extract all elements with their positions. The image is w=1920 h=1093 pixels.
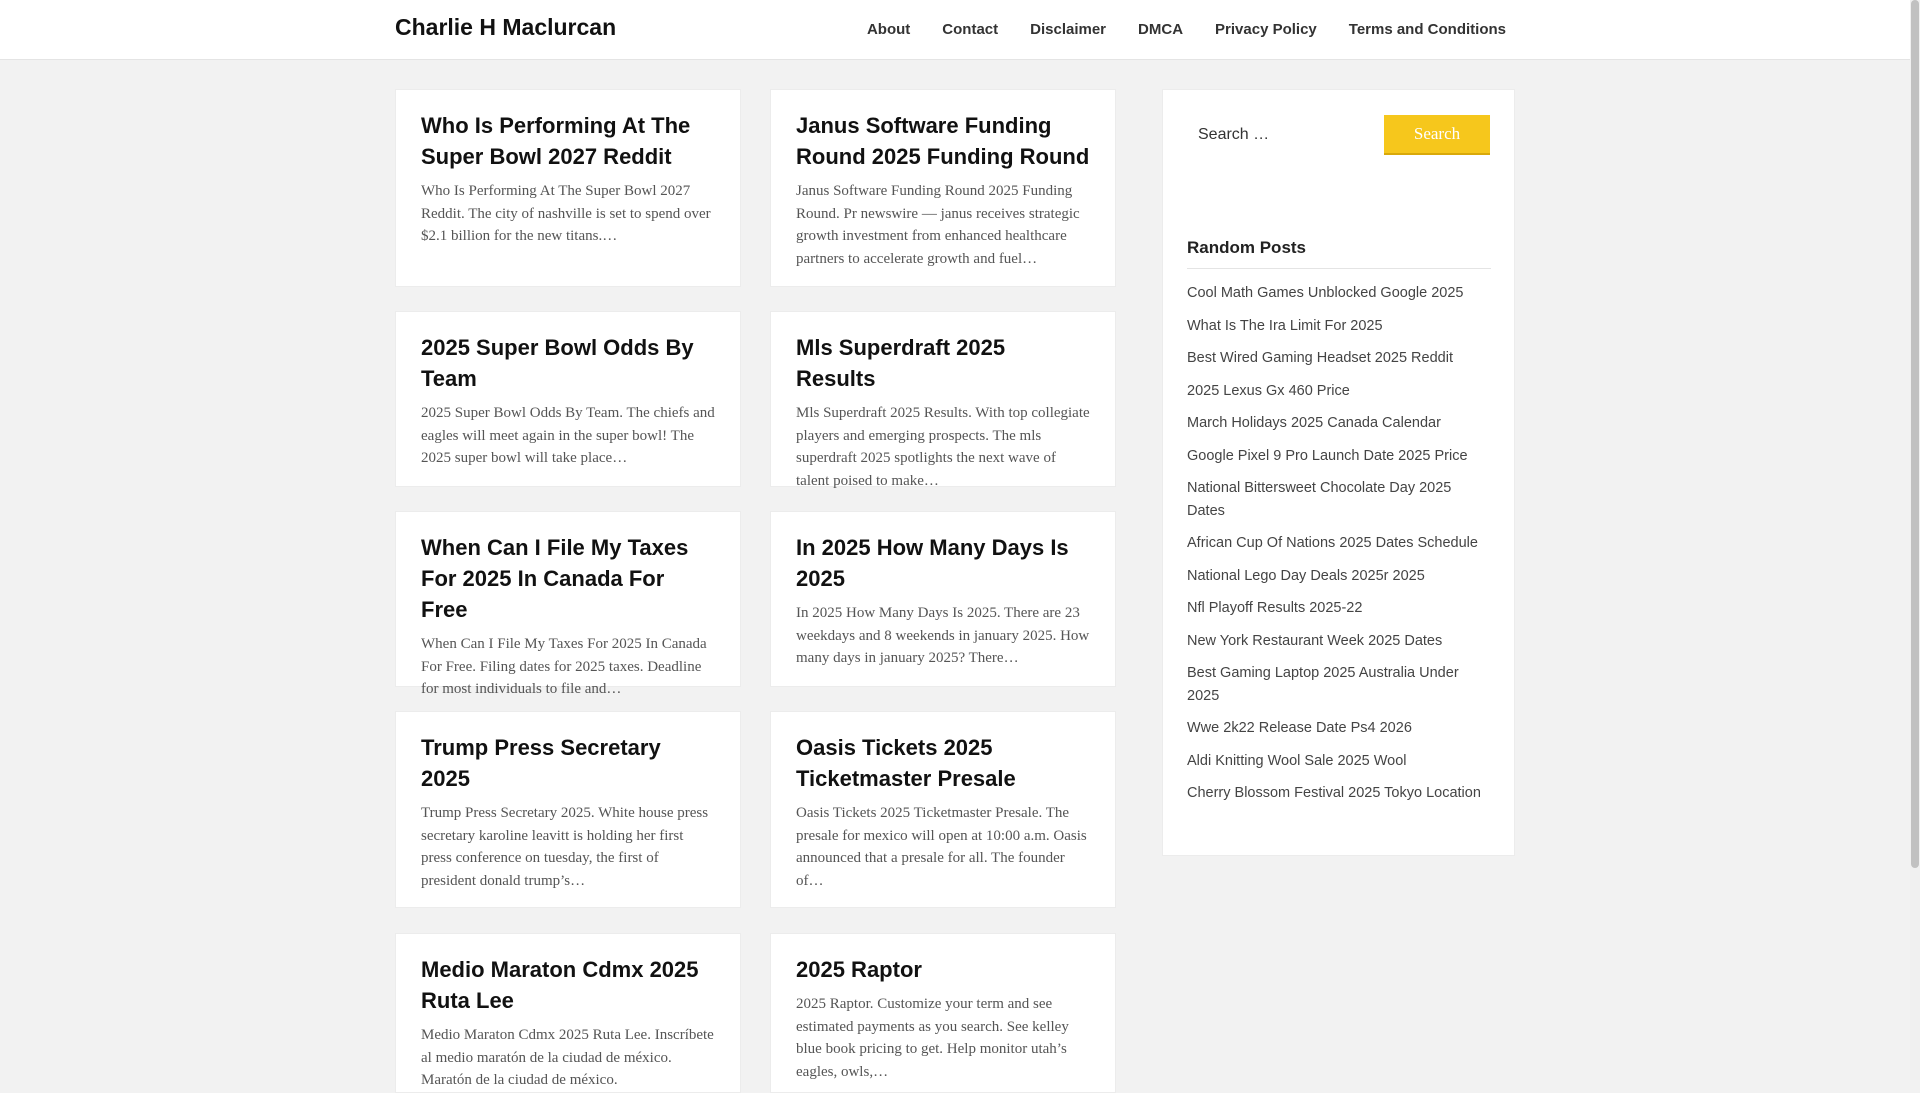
post-title[interactable]: When Can I File My Taxes For 2025 In Can… <box>421 532 715 625</box>
random-post-link[interactable]: National Bittersweet Chocolate Day 2025 … <box>1187 477 1491 522</box>
post-excerpt: Who Is Performing At The Super Bowl 2027… <box>421 183 711 244</box>
post-card[interactable]: Mls Superdraft 2025 Results Mls Superdra… <box>770 311 1116 489</box>
post-excerpt: When Can I File My Taxes For 2025 In Can… <box>421 636 707 697</box>
post-title[interactable]: 2025 Super Bowl Odds By Team <box>421 332 715 394</box>
random-post-link[interactable]: Cherry Blossom Festival 2025 Tokyo Locat… <box>1187 782 1491 805</box>
post-excerpt: In 2025 How Many Days Is 2025. There are… <box>796 605 1090 666</box>
random-post-link[interactable]: What Is The Ira Limit For 2025 <box>1187 315 1491 338</box>
random-posts-list: Cool Math Games Unblocked Google 2025 Wh… <box>1187 282 1491 815</box>
post-card[interactable]: Trump Press Secretary 2025 Trump Press S… <box>395 711 741 908</box>
site-header: Charlie H Maclurcan About Contact Discla… <box>0 0 1910 60</box>
post-card[interactable]: Who Is Performing At The Super Bowl 2027… <box>395 89 741 287</box>
random-post-link[interactable]: New York Restaurant Week 2025 Dates <box>1187 630 1491 653</box>
random-post-link[interactable]: Google Pixel 9 Pro Launch Date 2025 Pric… <box>1187 445 1491 468</box>
post-title[interactable]: Who Is Performing At The Super Bowl 2027… <box>421 110 715 172</box>
nav-contact[interactable]: Contact <box>942 20 998 40</box>
nav-privacy-policy[interactable]: Privacy Policy <box>1215 20 1317 40</box>
random-post-link[interactable]: Best Wired Gaming Headset 2025 Reddit <box>1187 347 1491 370</box>
scrollbar-thumb[interactable] <box>1911 0 1919 868</box>
post-card[interactable]: Janus Software Funding Round 2025 Fundin… <box>770 89 1116 287</box>
post-card[interactable]: 2025 Super Bowl Odds By Team 2025 Super … <box>395 311 741 487</box>
post-card[interactable]: When Can I File My Taxes For 2025 In Can… <box>395 511 741 697</box>
post-excerpt: Medio Maraton Cdmx 2025 Ruta Lee. Inscrí… <box>421 1027 714 1088</box>
nav-dmca[interactable]: DMCA <box>1138 20 1183 40</box>
nav-terms-and-conditions[interactable]: Terms and Conditions <box>1349 20 1506 40</box>
post-title[interactable]: 2025 Raptor <box>796 954 1090 985</box>
post-title[interactable]: Oasis Tickets 2025 Ticketmaster Presale <box>796 732 1090 794</box>
nav-about[interactable]: About <box>867 20 910 40</box>
post-title[interactable]: Mls Superdraft 2025 Results <box>796 332 1090 394</box>
post-title[interactable]: Trump Press Secretary 2025 <box>421 732 715 794</box>
post-excerpt: Trump Press Secretary 2025. White house … <box>421 805 709 889</box>
nav-disclaimer[interactable]: Disclaimer <box>1030 20 1106 40</box>
main-nav: About Contact Disclaimer DMCA Privacy Po… <box>835 0 1506 59</box>
sidebar: Search … Search Random Posts Cool Math G… <box>1162 89 1515 856</box>
random-post-link[interactable]: Cool Math Games Unblocked Google 2025 <box>1187 282 1491 305</box>
post-card[interactable]: Oasis Tickets 2025 Ticketmaster Presale … <box>770 711 1116 908</box>
post-excerpt: Mls Superdraft 2025 Results. With top co… <box>796 405 1090 489</box>
post-title[interactable]: Janus Software Funding Round 2025 Fundin… <box>796 110 1090 172</box>
post-title[interactable]: Medio Maraton Cdmx 2025 Ruta Lee <box>421 954 715 1016</box>
search-button[interactable]: Search <box>1384 115 1490 155</box>
random-post-link[interactable]: Best Gaming Laptop 2025 Australia Under … <box>1187 662 1491 707</box>
post-card[interactable]: 2025 Raptor 2025 Raptor. Customize your … <box>770 933 1116 1093</box>
post-excerpt: Janus Software Funding Round 2025 Fundin… <box>796 183 1080 267</box>
post-excerpt: Oasis Tickets 2025 Ticketmaster Presale.… <box>796 805 1087 889</box>
random-post-link[interactable]: National Lego Day Deals 2025r 2025 <box>1187 565 1491 588</box>
page-scrollbar[interactable] <box>1910 0 1920 1080</box>
post-card[interactable]: In 2025 How Many Days Is 2025 In 2025 Ho… <box>770 511 1116 687</box>
random-post-link[interactable]: Wwe 2k22 Release Date Ps4 2026 <box>1187 717 1491 740</box>
post-excerpt: 2025 Super Bowl Odds By Team. The chiefs… <box>421 405 715 466</box>
random-post-link[interactable]: Aldi Knitting Wool Sale 2025 Wool <box>1187 750 1491 773</box>
random-posts-title: Random Posts <box>1187 238 1491 269</box>
random-post-link[interactable]: Nfl Playoff Results 2025-22 <box>1187 597 1491 620</box>
random-post-link[interactable]: March Holidays 2025 Canada Calendar <box>1187 412 1491 435</box>
search-input[interactable]: Search … <box>1198 126 1269 144</box>
post-excerpt: 2025 Raptor. Customize your term and see… <box>796 996 1069 1080</box>
random-post-link[interactable]: African Cup Of Nations 2025 Dates Schedu… <box>1187 532 1491 555</box>
random-post-link[interactable]: 2025 Lexus Gx 460 Price <box>1187 380 1491 403</box>
site-title[interactable]: Charlie H Maclurcan <box>395 14 616 41</box>
post-title[interactable]: In 2025 How Many Days Is 2025 <box>796 532 1090 594</box>
post-card[interactable]: Medio Maraton Cdmx 2025 Ruta Lee Medio M… <box>395 933 741 1093</box>
